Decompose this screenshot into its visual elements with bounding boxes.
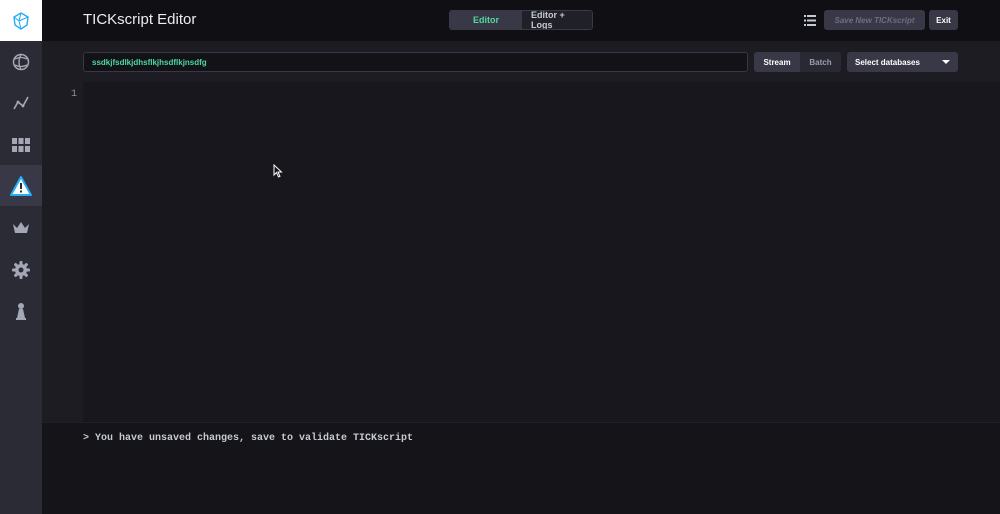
sidebar-item-dashboards[interactable] [0, 124, 42, 165]
stream-button[interactable]: Stream [754, 52, 800, 72]
type-toggle: Stream Batch [754, 52, 841, 72]
alert-triangle-icon [10, 175, 32, 196]
script-name-input[interactable] [83, 52, 748, 72]
database-select-label: Select databases [855, 57, 920, 67]
exit-button[interactable]: Exit [929, 10, 958, 30]
console-message: > You have unsaved changes, save to vali… [83, 433, 414, 444]
sidebar [0, 0, 42, 514]
validation-console: > You have unsaved changes, save to vali… [42, 422, 1000, 514]
sidebar-item-status[interactable] [0, 41, 42, 82]
script-controls: Stream Batch Select databases [42, 41, 1000, 82]
page-title: TICKscript Editor [83, 11, 197, 28]
batch-button[interactable]: Batch [800, 52, 841, 72]
code-editor[interactable]: 1 [42, 82, 1000, 422]
sidebar-item-admin[interactable] [0, 207, 42, 248]
tab-editor-logs[interactable]: Editor + Logs [522, 11, 592, 29]
graph-icon [13, 96, 29, 109]
tab-editor[interactable]: Editor [450, 11, 522, 29]
list-icon [804, 14, 816, 26]
influx-logo-icon [13, 11, 29, 30]
page-header: TICKscript Editor Editor Editor + Logs S… [42, 0, 1000, 41]
database-select[interactable]: Select databases [847, 52, 958, 72]
line-gutter: 1 [42, 82, 83, 422]
crown-icon [13, 221, 29, 233]
code-area[interactable] [83, 82, 1000, 422]
chess-pawn-icon [16, 302, 26, 320]
sidebar-item-alerting[interactable] [0, 165, 42, 206]
caret-down-icon [942, 60, 950, 64]
mouse-cursor-icon [273, 164, 283, 178]
grid-icon [12, 137, 30, 152]
view-toggle: Editor Editor + Logs [449, 10, 593, 30]
sidebar-item-data-explorer[interactable] [0, 82, 42, 123]
line-number: 1 [70, 89, 77, 100]
gear-icon [12, 260, 30, 279]
sidebar-item-configuration[interactable] [0, 249, 42, 290]
dashboard-globe-icon [12, 53, 30, 70]
sidebar-item-user[interactable] [0, 290, 42, 331]
logs-list-button[interactable] [802, 12, 818, 28]
save-tickscript-button[interactable]: Save New TICKscript [824, 10, 925, 30]
logo[interactable] [0, 0, 42, 41]
